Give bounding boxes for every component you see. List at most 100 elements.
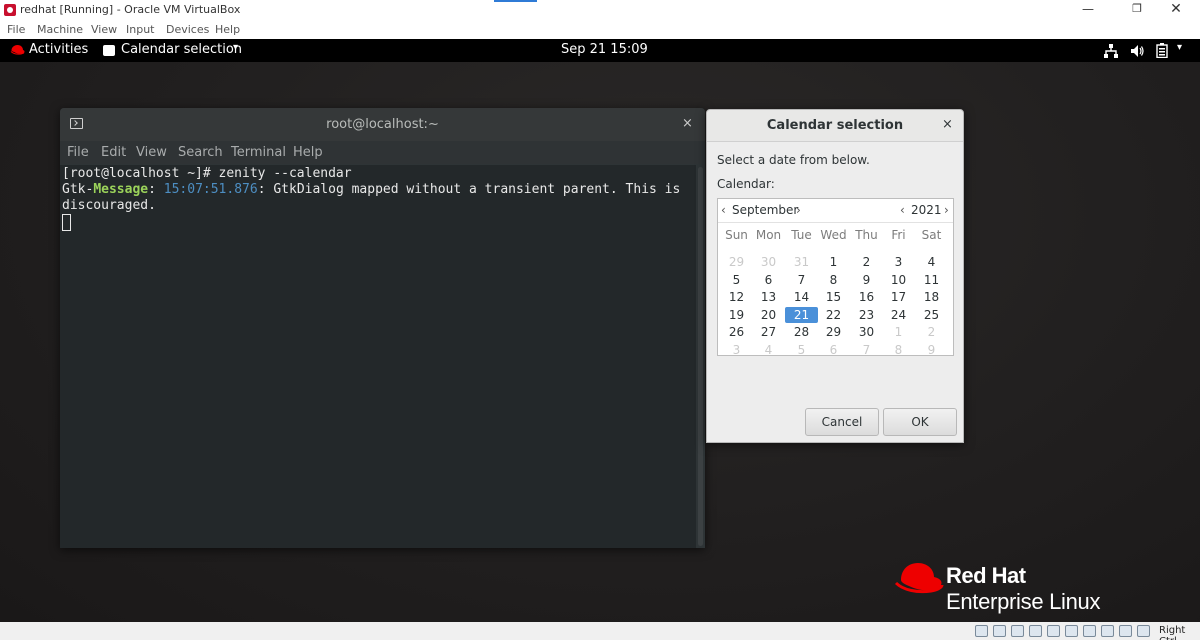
calendar-day[interactable]: 9 bbox=[850, 272, 883, 288]
calendar-day-outside[interactable]: 1 bbox=[882, 324, 915, 340]
network-icon[interactable] bbox=[1029, 625, 1042, 637]
calendar-day[interactable]: 28 bbox=[785, 324, 818, 340]
branding-line-1: Red Hat bbox=[946, 563, 1026, 588]
terminal-scrollbar[interactable] bbox=[696, 165, 705, 548]
next-year-chevron-icon[interactable]: › bbox=[944, 203, 949, 217]
calendar-day[interactable]: 25 bbox=[915, 307, 948, 323]
audio-icon[interactable] bbox=[1011, 625, 1024, 637]
dialog-header-bar[interactable]: Calendar selection × bbox=[707, 110, 963, 142]
calendar-day[interactable]: 23 bbox=[850, 307, 883, 323]
weekday-header: Sat bbox=[921, 228, 942, 242]
calendar-day[interactable]: 10 bbox=[882, 272, 915, 288]
close-icon[interactable]: × bbox=[942, 117, 953, 132]
calendar-day[interactable]: 17 bbox=[882, 289, 915, 305]
calendar-day-outside[interactable]: 4 bbox=[752, 342, 785, 358]
calendar-day-outside[interactable]: 31 bbox=[785, 254, 818, 270]
branding-line-2: Enterprise Linux bbox=[946, 589, 1101, 614]
usb-icon[interactable] bbox=[1047, 625, 1060, 637]
month-name: September bbox=[732, 203, 799, 217]
weekday-header: Thu bbox=[855, 228, 878, 242]
activities-button[interactable]: Activities bbox=[29, 42, 88, 57]
terminal-menu-edit[interactable]: Edit bbox=[101, 145, 126, 160]
terminal-output[interactable]: [root@localhost ~]# zenity --calendar Gt… bbox=[60, 165, 696, 548]
calendar-day[interactable]: 29 bbox=[817, 324, 850, 340]
terminal-menu-terminal[interactable]: Terminal bbox=[231, 145, 286, 160]
calendar-day-outside[interactable]: 29 bbox=[720, 254, 753, 270]
calendar-day[interactable]: 15 bbox=[817, 289, 850, 305]
redhat-logo-icon bbox=[10, 45, 25, 55]
calendar-day-outside[interactable]: 30 bbox=[752, 254, 785, 270]
calendar-day[interactable]: 5 bbox=[720, 272, 753, 288]
network-wired-icon[interactable] bbox=[1104, 44, 1118, 58]
calendar-day[interactable]: 18 bbox=[915, 289, 948, 305]
minimize-button[interactable]: — bbox=[1065, 0, 1111, 20]
calendar-day[interactable]: 11 bbox=[915, 272, 948, 288]
calendar-day[interactable]: 4 bbox=[915, 254, 948, 270]
display-icon[interactable] bbox=[1083, 625, 1096, 637]
volume-icon[interactable] bbox=[1130, 44, 1144, 58]
calendar-day[interactable]: 19 bbox=[720, 307, 753, 323]
calendar-day[interactable]: 13 bbox=[752, 289, 785, 305]
clock[interactable]: Sep 21 15:09 bbox=[561, 42, 648, 57]
scrollbar-thumb[interactable] bbox=[698, 167, 703, 546]
vbox-menu-help[interactable]: Help bbox=[215, 23, 240, 36]
message-text: : GtkDialog mapped without a transient p… bbox=[257, 182, 681, 197]
message-tag: Message bbox=[93, 182, 149, 197]
calendar-day[interactable]: 1 bbox=[817, 254, 850, 270]
calendar-day[interactable]: 20 bbox=[752, 307, 785, 323]
calendar-day[interactable]: 14 bbox=[785, 289, 818, 305]
calendar-day-outside[interactable]: 2 bbox=[915, 324, 948, 340]
terminal-cursor bbox=[62, 214, 71, 231]
vbox-menu-machine[interactable]: Machine bbox=[37, 23, 83, 36]
calendar-day[interactable]: 22 bbox=[817, 307, 850, 323]
close-window-button[interactable]: ✕ bbox=[1153, 0, 1199, 20]
battery-icon[interactable] bbox=[1156, 43, 1168, 58]
terminal-menu-search[interactable]: Search bbox=[178, 145, 223, 160]
calendar-day[interactable]: 12 bbox=[720, 289, 753, 305]
shared-folders-icon[interactable] bbox=[1065, 625, 1078, 637]
calendar-day[interactable]: 8 bbox=[817, 272, 850, 288]
calendar-day[interactable]: 2 bbox=[850, 254, 883, 270]
vbox-menu-file[interactable]: File bbox=[7, 23, 25, 36]
chevron-down-icon[interactable]: ▾ bbox=[1177, 42, 1182, 53]
calendar-day[interactable]: 7 bbox=[785, 272, 818, 288]
app-menu-label[interactable]: Calendar selection bbox=[121, 42, 242, 57]
calendar-day-outside[interactable]: 6 bbox=[817, 342, 850, 358]
chevron-down-icon[interactable]: ▾ bbox=[233, 42, 238, 53]
calendar-day-outside[interactable]: 7 bbox=[850, 342, 883, 358]
calendar-day[interactable]: 3 bbox=[882, 254, 915, 270]
message-source: Gtk- bbox=[62, 182, 94, 197]
ok-button[interactable]: OK bbox=[883, 408, 957, 436]
calendar-day[interactable]: 30 bbox=[850, 324, 883, 340]
calendar-day-selected[interactable]: 21 bbox=[785, 306, 818, 323]
calendar-day[interactable]: 27 bbox=[752, 324, 785, 340]
cancel-button[interactable]: Cancel bbox=[805, 408, 879, 436]
vbox-menu-view[interactable]: View bbox=[91, 23, 117, 36]
prev-month-chevron-icon[interactable]: ‹ bbox=[721, 203, 726, 217]
calendar-day-outside[interactable]: 8 bbox=[882, 342, 915, 358]
hard-disk-icon[interactable] bbox=[975, 625, 988, 637]
prev-year-chevron-icon[interactable]: ‹ bbox=[900, 203, 905, 217]
terminal-menu-file[interactable]: File bbox=[67, 145, 89, 160]
terminal-menu-view[interactable]: View bbox=[136, 145, 167, 160]
mouse-integration-icon[interactable] bbox=[1137, 625, 1150, 637]
terminal-menu-help[interactable]: Help bbox=[293, 145, 323, 160]
vbox-menu-input[interactable]: Input bbox=[126, 23, 154, 36]
optical-drive-icon[interactable] bbox=[993, 625, 1006, 637]
calendar-day-outside[interactable]: 3 bbox=[720, 342, 753, 358]
calendar-day[interactable]: 26 bbox=[720, 324, 753, 340]
calendar-day-outside[interactable]: 9 bbox=[915, 342, 948, 358]
cpu-icon[interactable] bbox=[1119, 625, 1132, 637]
terminal-header-bar[interactable]: root@localhost:~ × bbox=[60, 108, 705, 141]
vbox-menu-bar: File Machine View Input Devices Help bbox=[0, 22, 1200, 39]
host-key-label: Right Ctrl bbox=[1159, 625, 1186, 640]
calendar-day[interactable]: 6 bbox=[752, 272, 785, 288]
video-capture-icon[interactable] bbox=[1101, 625, 1114, 637]
calendar-day[interactable]: 24 bbox=[882, 307, 915, 323]
calendar-day-outside[interactable]: 5 bbox=[785, 342, 818, 358]
vbox-menu-devices[interactable]: Devices bbox=[166, 23, 209, 36]
close-icon[interactable]: × bbox=[682, 116, 693, 131]
next-month-chevron-icon[interactable]: › bbox=[796, 203, 801, 217]
terminal-window[interactable]: root@localhost:~ × File Edit View Search… bbox=[60, 108, 705, 548]
calendar-day[interactable]: 16 bbox=[850, 289, 883, 305]
